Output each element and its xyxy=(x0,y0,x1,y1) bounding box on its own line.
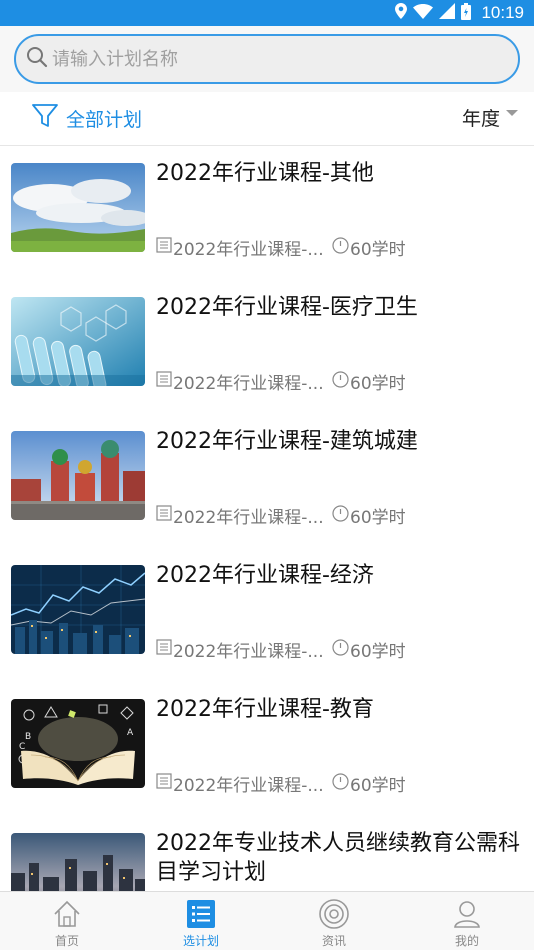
svg-text:C: C xyxy=(19,742,25,752)
plan-thumbnail-city-chart-lines xyxy=(11,565,145,654)
plan-title: 2022年行业课程-经济 xyxy=(156,563,374,588)
plan-subject: 2022年行业课程-... xyxy=(156,637,332,662)
signal-icon xyxy=(439,3,456,23)
search-icon xyxy=(26,46,48,72)
document-icon xyxy=(156,773,172,794)
all-plans-label: 全部计划 xyxy=(66,109,143,131)
plan-title: 2022年行业课程-医疗卫生 xyxy=(156,295,418,320)
plan-hours-text: 60学时 xyxy=(350,776,406,796)
tab-select-plan[interactable]: 选计划 xyxy=(134,892,268,950)
clock-icon xyxy=(332,638,349,661)
plan-thumbnail-sky-grassland xyxy=(11,163,145,252)
filter-icon xyxy=(32,104,58,133)
plan-item[interactable]: 2022年行业课程-经济 2022年行业课程-... 60学时 xyxy=(0,549,534,683)
plan-subject-text: 2022年行业课程-... xyxy=(173,508,324,528)
status-time: 10:19 xyxy=(481,3,524,22)
svg-text:A: A xyxy=(127,728,134,738)
plan-title: 2022年行业课程-教育 xyxy=(156,697,374,722)
search-area xyxy=(0,26,534,92)
plan-hours: 60学时 xyxy=(332,369,406,394)
plan-hours-text: 60学时 xyxy=(350,374,406,394)
document-icon xyxy=(156,371,172,392)
tab-label: 我的 xyxy=(454,934,479,948)
plan-item[interactable]: 2022年行业课程-建筑城建 2022年行业课程-... 60学时 xyxy=(0,415,534,549)
plan-title: 2022年行业课程-其他 xyxy=(156,161,374,186)
plan-item[interactable]: 2022年行业课程-其他 2022年行业课程-... 60学时 xyxy=(0,147,534,281)
tab-mine[interactable]: 我的 xyxy=(400,892,534,950)
document-icon xyxy=(156,505,172,526)
status-icons: 10:19 xyxy=(395,0,524,26)
clock-icon xyxy=(332,370,349,393)
year-label: 年度 xyxy=(461,108,500,130)
status-bar: 10:19 xyxy=(0,0,534,26)
document-icon xyxy=(156,237,172,258)
plan-subject-text: 2022年行业课程-... xyxy=(173,776,324,796)
plan-meta: 2022年行业课程-... 60学时 xyxy=(156,235,406,260)
plan-item[interactable]: 2022年专业技术人员继续教育公需科目学习计划 xyxy=(0,817,534,891)
user-icon xyxy=(452,898,482,930)
plan-thumbnail-onion-dome-buildings xyxy=(11,431,145,520)
tab-label: 首页 xyxy=(54,934,79,948)
clock-icon xyxy=(332,772,349,795)
plan-thumbnail-test-tubes xyxy=(11,297,145,386)
wifi-icon xyxy=(413,3,434,23)
plan-list: 2022年行业课程-其他 2022年行业课程-... 60学时 2022年行业课… xyxy=(0,147,534,891)
news-icon xyxy=(318,898,350,930)
plan-subject-text: 2022年行业课程-... xyxy=(173,642,324,662)
plan-meta: 2022年行业课程-... 60学时 xyxy=(156,503,406,528)
plan-subject: 2022年行业课程-... xyxy=(156,369,332,394)
plan-title: 2022年专业技术人员继续教育公需科目学习计划 xyxy=(156,831,520,885)
search-box[interactable] xyxy=(14,34,520,84)
clock-icon xyxy=(332,504,349,527)
plan-hours: 60学时 xyxy=(332,235,406,260)
home-icon xyxy=(52,898,82,930)
plan-meta: 2022年行业课程-... 60学时 xyxy=(156,637,406,662)
list-icon xyxy=(186,898,216,930)
search-input[interactable] xyxy=(52,36,492,82)
plan-thumbnail-open-book: B A C xyxy=(11,699,145,788)
chevron-down-icon xyxy=(506,110,518,116)
plan-meta: 2022年行业课程-... 60学时 xyxy=(156,369,406,394)
all-plans-filter[interactable]: 全部计划 xyxy=(32,104,142,133)
tab-home[interactable]: 首页 xyxy=(0,892,134,950)
plan-thumbnail-city-skyline xyxy=(11,833,145,891)
svg-text:B: B xyxy=(25,732,31,742)
plan-subject: 2022年行业课程-... xyxy=(156,771,332,796)
tab-label: 选计划 xyxy=(182,934,219,948)
plan-item[interactable]: B A C 2022年行业课程-教育 2022年行业课程-... 60学时 xyxy=(0,683,534,817)
year-dropdown[interactable]: 年度 xyxy=(462,104,518,131)
bottom-tab-bar: 首页 选计划 资讯 我的 xyxy=(0,891,534,950)
plan-hours: 60学时 xyxy=(332,637,406,662)
plan-subject-text: 2022年行业课程-... xyxy=(173,240,324,260)
plan-hours-text: 60学时 xyxy=(350,642,406,662)
plan-item[interactable]: 2022年行业课程-医疗卫生 2022年行业课程-... 60学时 xyxy=(0,281,534,415)
clock-icon xyxy=(332,236,349,259)
document-icon xyxy=(156,639,172,660)
plan-title: 2022年行业课程-建筑城建 xyxy=(156,429,418,454)
plan-subject: 2022年行业课程-... xyxy=(156,235,332,260)
filter-bar: 全部计划 年度 xyxy=(0,92,534,146)
plan-meta: 2022年行业课程-... 60学时 xyxy=(156,771,406,796)
plan-subject-text: 2022年行业课程-... xyxy=(173,374,324,394)
location-icon xyxy=(395,3,408,23)
plan-subject: 2022年行业课程-... xyxy=(156,503,332,528)
tab-news[interactable]: 资讯 xyxy=(267,892,401,950)
plan-hours-text: 60学时 xyxy=(350,508,406,528)
plan-hours: 60学时 xyxy=(332,503,406,528)
tab-label: 资讯 xyxy=(321,934,346,948)
battery-icon xyxy=(461,2,472,24)
plan-hours-text: 60学时 xyxy=(350,240,406,260)
plan-hours: 60学时 xyxy=(332,771,406,796)
